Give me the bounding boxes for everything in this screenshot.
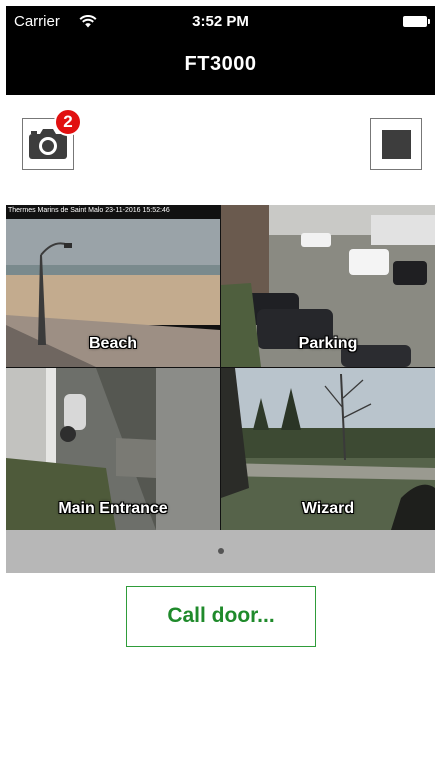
camera-tile-main-entrance[interactable]: Main Entrance — [6, 368, 220, 530]
status-time: 3:52 PM — [192, 13, 249, 30]
camera-label-wizard: Wizard — [301, 500, 355, 517]
stop-button[interactable] — [370, 118, 422, 170]
top-bar: Carrier 3:52 PM FT3000 — [6, 6, 435, 95]
status-bar: Carrier 3:52 PM — [6, 6, 435, 36]
stop-icon — [382, 130, 411, 159]
call-door-button[interactable]: Call door... — [126, 586, 316, 647]
page-title: FT3000 — [184, 53, 257, 75]
camera-tile-parking[interactable]: Parking — [221, 205, 435, 367]
battery-icon — [403, 16, 430, 27]
snapshot-count-badge: 2 — [54, 108, 82, 136]
camera-tile-wizard[interactable]: Wizard — [221, 368, 435, 530]
camera-label-beach: Beach — [88, 335, 138, 352]
camera-label-main-entrance: Main Entrance — [58, 500, 168, 517]
camera-label-parking: Parking — [298, 335, 358, 352]
page-indicator[interactable] — [6, 530, 435, 573]
camera-tile-beach[interactable]: Thermes Marins de Saint Malo 23-11-2016 … — [6, 205, 220, 367]
camera-timestamp-overlay: Thermes Marins de Saint Malo 23-11-2016 … — [8, 207, 170, 214]
page-dot — [218, 548, 224, 554]
camera-grid: Thermes Marins de Saint Malo 23-11-2016 … — [6, 205, 435, 530]
